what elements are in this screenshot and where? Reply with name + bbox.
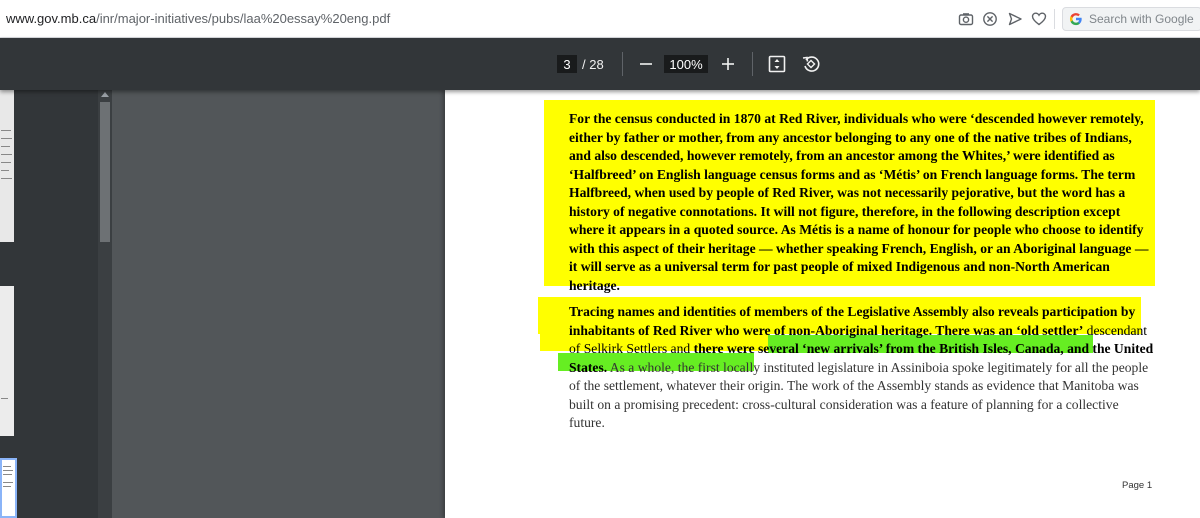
pdf-toolbar: / 28 [0, 38, 1200, 90]
scroll-up-arrow-icon[interactable] [101, 92, 109, 97]
thumb-text-line [3, 470, 13, 471]
paragraph-census: For the census conducted in 1870 at Red … [569, 111, 1149, 293]
rotate-button[interactable] [799, 52, 823, 76]
blocked-icon[interactable] [982, 11, 998, 27]
thumbnail-sidebar [0, 90, 112, 518]
thumb-text-line [1, 138, 12, 139]
google-search-box[interactable] [1062, 7, 1200, 31]
sidebar-scrollbar-thumb[interactable] [100, 102, 110, 242]
address-bar: www.gov.mb.ca/inr/major-initiatives/pubs… [0, 0, 1200, 38]
thumb-text-line [1, 162, 11, 163]
url-host: www.gov.mb.ca [6, 11, 97, 26]
toolbar-divider [1054, 9, 1055, 29]
thumb-text-line [3, 486, 11, 487]
page-thumbnail-current[interactable] [0, 458, 17, 518]
paragraph-text: Tracing names and identities of members … [569, 304, 1136, 338]
send-icon[interactable] [1007, 11, 1023, 27]
paragraph-legislative-assembly: Tracing names and identities of members … [569, 303, 1154, 433]
page-thumbnail[interactable] [0, 286, 14, 436]
url-path: /inr/major-initiatives/pubs/laa%20essay%… [96, 11, 391, 26]
fit-page-button[interactable] [765, 52, 789, 76]
thumb-text-line [1, 170, 9, 171]
url-field[interactable]: www.gov.mb.ca/inr/major-initiatives/pubs… [6, 11, 390, 26]
search-input[interactable] [1089, 10, 1200, 28]
thumb-text-line [1, 398, 8, 399]
paragraph-text: As a whole, the first locally instituted… [569, 359, 1149, 431]
page-thumbnail[interactable] [0, 90, 14, 242]
thumb-text-line [1, 178, 12, 179]
zoom-out-button[interactable] [634, 52, 658, 76]
toolbar-divider [622, 52, 623, 76]
heart-icon[interactable] [1031, 11, 1047, 27]
fit-page-icon [768, 55, 786, 73]
zoom-out-icon [640, 63, 652, 65]
thumb-text-line [1, 130, 11, 131]
page-number-input[interactable] [557, 55, 577, 73]
toolbar-divider [752, 52, 753, 76]
thumb-text-line [1, 154, 12, 155]
page-total: / 28 [582, 57, 604, 72]
camera-icon[interactable] [958, 11, 974, 27]
thumb-text-line [3, 482, 13, 483]
rotate-icon [802, 56, 820, 72]
thumb-text-line [1, 146, 10, 147]
google-icon [1069, 13, 1082, 26]
page-label: Page 1 [1122, 480, 1153, 491]
zoom-in-icon [722, 58, 734, 70]
zoom-in-button[interactable] [716, 52, 740, 76]
thumb-text-line [3, 474, 12, 475]
zoom-input[interactable] [664, 55, 708, 73]
thumb-text-line [3, 466, 11, 467]
